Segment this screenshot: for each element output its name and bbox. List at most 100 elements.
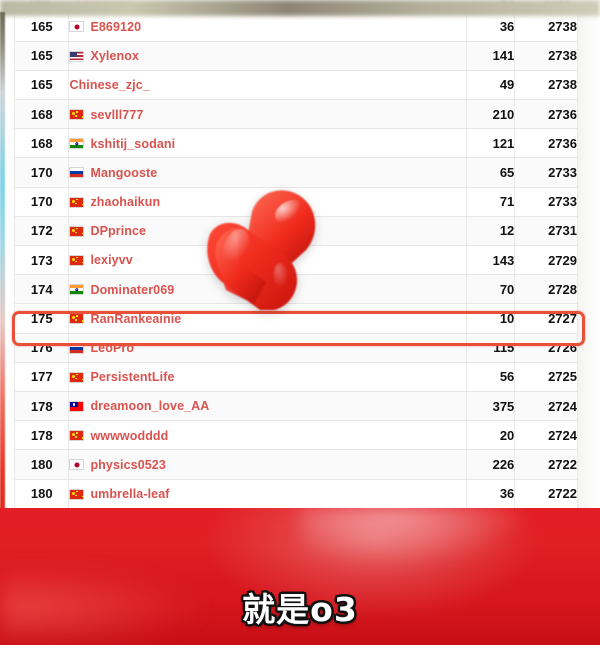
flag-china-icon: [69, 196, 85, 208]
row-solved-count: 226: [466, 449, 516, 480]
table-row[interactable]: 180 physics0523 226 2722: [14, 449, 578, 480]
row-rating: 2736: [514, 99, 578, 130]
user-handle-link[interactable]: RanRankeainie: [90, 312, 181, 326]
row-user-cell[interactable]: LeoPro: [68, 333, 468, 363]
top-blurred-strip: [0, 0, 600, 16]
row-user-cell[interactable]: E869120: [68, 12, 468, 42]
row-rating: 2725: [514, 362, 578, 392]
row-solved-count: 115: [466, 333, 516, 363]
row-rank: 177: [14, 362, 70, 392]
row-user-cell[interactable]: physics0523: [68, 449, 468, 480]
row-rank: 178: [14, 391, 70, 422]
table-row[interactable]: 176 LeoPro 115 2726: [14, 333, 578, 363]
table-row[interactable]: 180 umbrella-leaf 36 2722: [14, 479, 578, 509]
flag-china-icon: [69, 109, 85, 120]
row-rating: 2731: [514, 216, 578, 247]
row-solved-count: 70: [466, 274, 516, 305]
flag-china-icon: [69, 430, 85, 442]
row-user-cell[interactable]: sevlll777: [68, 99, 468, 130]
table-row[interactable]: 165 Chinese_zjc_ 49 2738: [14, 70, 578, 101]
user-handle-link[interactable]: Xylenox: [90, 49, 139, 63]
row-rank: 180: [14, 449, 70, 480]
user-handle-link[interactable]: Chinese_zjc_: [69, 78, 149, 92]
user-handle-link[interactable]: LeoPro: [90, 341, 134, 355]
row-rating: 2724: [514, 420, 578, 451]
row-rating: 2736: [514, 128, 578, 159]
row-user-cell[interactable]: kshitij_sodani: [68, 128, 468, 159]
row-rating: 2722: [514, 449, 578, 480]
video-frame: 164 Lingyuan 54 2744 165E869120362738165…: [0, 0, 600, 645]
subtitle-caption: 就是o3: [242, 590, 358, 629]
band-sheen-upper: [300, 508, 530, 568]
row-rank: 172: [14, 216, 70, 247]
flag-japan-icon: [69, 459, 85, 471]
user-handle-link[interactable]: Dominater069: [90, 283, 174, 297]
row-rating: 2738: [514, 12, 578, 42]
left-edge-strip: [0, 12, 5, 512]
user-handle-link[interactable]: dreamoon_love_AA: [90, 399, 209, 413]
flag-china-icon: [69, 313, 85, 325]
row-rating: 2729: [514, 245, 578, 276]
row-rating: 2738: [514, 70, 578, 101]
row-rating: 2724: [514, 391, 578, 422]
table-row[interactable]: 178 dreamoon_love_AA 375 2724: [14, 391, 578, 422]
user-handle-link[interactable]: physics0523: [90, 458, 165, 472]
row-user-cell[interactable]: umbrella-leaf: [68, 479, 468, 509]
row-rank: 176: [14, 333, 70, 363]
row-rating: 2726: [514, 333, 578, 363]
row-rank: 170: [14, 157, 70, 188]
row-user-cell[interactable]: wwwwodddd: [68, 420, 468, 451]
user-handle-link[interactable]: zhaohaikun: [90, 195, 160, 209]
table-row[interactable]: 168 sevlll777 210 2736: [14, 99, 578, 130]
red-3d-arrow-cursor: [196, 178, 324, 311]
row-solved-count: 141: [466, 41, 516, 71]
row-user-cell[interactable]: PersistentLife: [68, 362, 468, 392]
user-handle-link[interactable]: E869120: [90, 20, 141, 34]
row-rank: 165: [14, 41, 70, 71]
row-solved-count: 12: [466, 216, 516, 247]
row-solved-count: 49: [466, 70, 516, 101]
user-handle-link[interactable]: Mangooste: [90, 166, 157, 180]
table-row[interactable]: 178 wwwwodddd 20 2724: [14, 420, 578, 451]
page-right-gutter: [578, 12, 600, 510]
table-row[interactable]: 177 PersistentLife 56 2725: [14, 362, 578, 392]
user-handle-link[interactable]: kshitij_sodani: [90, 137, 175, 151]
flag-china-icon: [69, 225, 85, 237]
table-row[interactable]: 165 E869120 36 2738: [14, 12, 578, 42]
row-rating: 2738: [514, 41, 578, 71]
row-user-cell[interactable]: dreamoon_love_AA: [68, 391, 468, 422]
user-handle-link[interactable]: sevlll777: [90, 108, 143, 122]
row-rank: 178: [14, 420, 70, 451]
row-solved-count: 121: [466, 128, 516, 159]
flag-taiwan-icon: [69, 400, 85, 412]
row-rank: 168: [14, 99, 70, 130]
user-handle-link[interactable]: umbrella-leaf: [90, 487, 169, 501]
user-handle-link[interactable]: lexiyvv: [90, 253, 132, 267]
row-rank: 170: [14, 187, 70, 217]
row-rating: 2727: [514, 303, 578, 334]
row-user-cell[interactable]: Chinese_zjc_: [68, 70, 468, 101]
row-rank: 168: [14, 128, 70, 159]
row-rating: 2733: [514, 187, 578, 217]
row-solved-count: 36: [466, 12, 516, 42]
row-solved-count: 10: [466, 303, 516, 334]
table-row[interactable]: 165 Xylenox 141 2738: [14, 41, 578, 71]
flag-china-icon: [69, 488, 85, 500]
flag-india-icon: [69, 284, 85, 296]
row-solved-count: 56: [466, 362, 516, 392]
flag-india-icon: [69, 138, 85, 150]
flag-china-icon: [69, 254, 85, 266]
user-handle-link[interactable]: PersistentLife: [90, 370, 174, 384]
row-solved-count: 36: [466, 479, 516, 509]
row-rank: 174: [14, 274, 70, 305]
row-user-cell[interactable]: Xylenox: [68, 41, 468, 71]
user-handle-link[interactable]: DPprince: [90, 224, 146, 238]
flag-united-states-icon: [69, 50, 85, 62]
user-handle-link[interactable]: wwwwodddd: [90, 429, 168, 443]
table-row[interactable]: 168 kshitij_sodani 121 2736: [14, 128, 578, 159]
row-rank: 175: [14, 303, 70, 334]
flag-china-icon: [69, 371, 85, 383]
row-solved-count: 65: [466, 157, 516, 188]
row-rating: 2733: [514, 157, 578, 188]
row-rank: 173: [14, 245, 70, 276]
